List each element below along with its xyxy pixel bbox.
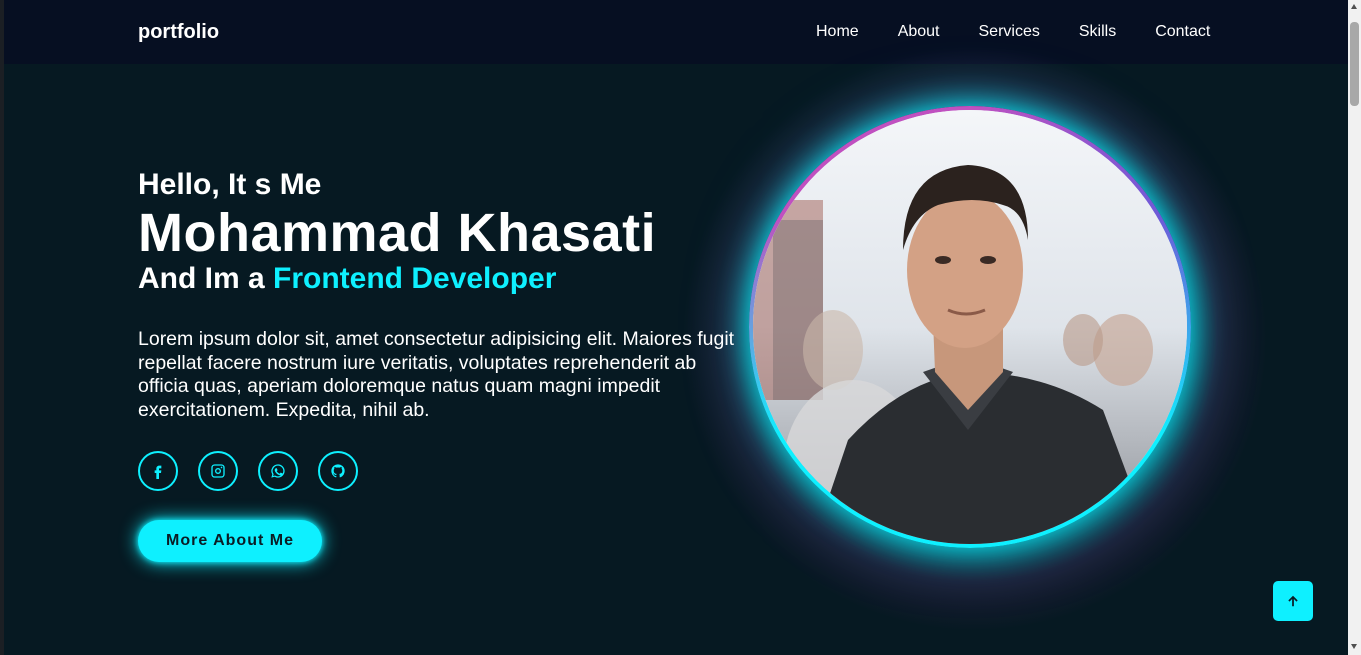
scroll-down-arrow-icon[interactable] — [1351, 644, 1357, 649]
nav-link-services[interactable]: Services — [979, 23, 1040, 41]
hero-description: Lorem ipsum dolor sit, amet consectetur … — [138, 328, 735, 421]
hero-role-highlight: Frontend Developer — [273, 262, 557, 295]
whatsapp-link[interactable] — [258, 451, 298, 491]
logo[interactable]: portfolio — [138, 21, 219, 44]
github-link[interactable] — [318, 451, 358, 491]
scrollbar[interactable] — [1348, 0, 1361, 655]
github-icon — [331, 464, 345, 478]
nav-menu: Home About Services Skills Contact — [816, 23, 1210, 41]
more-about-me-button[interactable]: More About Me — [138, 520, 322, 562]
hero-role: And Im a Frontend Developer — [138, 262, 556, 296]
facebook-icon — [154, 465, 162, 479]
hero-role-prefix: And Im a — [138, 262, 265, 295]
instagram-link[interactable] — [198, 451, 238, 491]
navbar: portfolio Home About Services Skills Con… — [4, 0, 1348, 64]
scroll-to-top-button[interactable] — [1273, 581, 1313, 621]
hero-greeting: Hello, It s Me — [138, 168, 322, 201]
nav-link-skills[interactable]: Skills — [1079, 23, 1116, 41]
hero-name: Mohammad Khasati — [138, 203, 657, 263]
social-links — [138, 451, 358, 491]
profile-photo-illustration — [753, 110, 1187, 544]
hero-section: Hello, It s Me Mohammad Khasati And Im a… — [4, 44, 1348, 655]
profile-photo — [753, 110, 1187, 544]
nav-link-contact[interactable]: Contact — [1155, 23, 1210, 41]
scroll-up-arrow-icon[interactable] — [1351, 4, 1357, 9]
profile-image-frame — [749, 106, 1191, 548]
whatsapp-icon — [271, 464, 285, 478]
arrow-up-icon — [1288, 595, 1298, 607]
instagram-icon — [211, 464, 225, 478]
nav-link-home[interactable]: Home — [816, 23, 859, 41]
nav-link-about[interactable]: About — [898, 23, 940, 41]
scrollbar-thumb[interactable] — [1350, 22, 1359, 106]
facebook-link[interactable] — [138, 451, 178, 491]
